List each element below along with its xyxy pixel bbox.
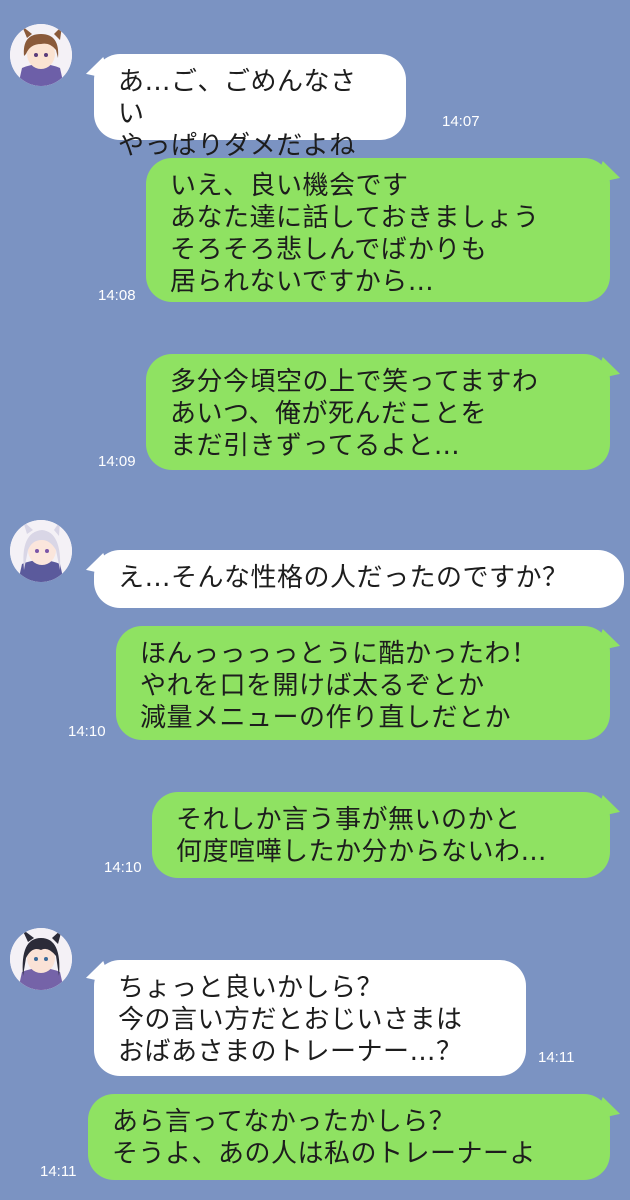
- message-bubble-sent[interactable]: それしか言う事が無いのかと 何度喧嘩したか分からないわ…: [152, 792, 610, 878]
- message-bubble-sent[interactable]: あら言ってなかったかしら？ そうよ、あの人は私のトレーナーよ: [88, 1094, 610, 1180]
- message-time: 14:11: [538, 1049, 575, 1066]
- message-bubble-sent[interactable]: ほんっっっっとうに酷かったわ！ やれを口を開けば太るぞとか 減量メニューの作り直…: [116, 626, 610, 740]
- brown-haired-character-avatar-icon: [10, 24, 72, 86]
- message-time: 14:10: [104, 859, 142, 876]
- message-bubble-received[interactable]: ちょっと良いかしら？ 今の言い方だとおじいさまは おばあさまのトレーナー…？: [94, 960, 526, 1076]
- message-time: 14:11: [40, 1163, 77, 1180]
- message-bubble-received[interactable]: え…そんな性格の人だったのですか？: [94, 550, 624, 608]
- message-bubble-sent[interactable]: いえ、良い機会です あなた達に話しておきましょう そろそろ悲しんでばかりも 居ら…: [146, 158, 610, 302]
- silver-haired-character-avatar-icon: [10, 520, 72, 582]
- message-time: 14:10: [68, 723, 106, 740]
- avatar-dark-hair[interactable]: [10, 928, 72, 990]
- avatar-silver-hair[interactable]: [10, 520, 72, 582]
- message-time: 14:09: [98, 453, 136, 470]
- message-time: 14:08: [98, 287, 136, 304]
- avatar-brown-hair[interactable]: [10, 24, 72, 86]
- message-time: 14:07: [442, 113, 480, 130]
- dark-haired-character-avatar-icon: [10, 928, 72, 990]
- message-bubble-received[interactable]: あ…ご、ごめんなさい やっぱりダメだよね: [94, 54, 406, 161]
- message-bubble-sent[interactable]: 多分今頃空の上で笑ってますわ あいつ、俺が死んだことを まだ引きずってるよと…: [146, 354, 610, 470]
